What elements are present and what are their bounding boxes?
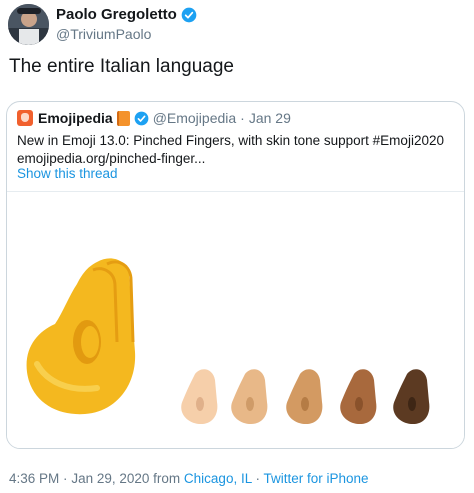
tweet-text: The entire Italian language bbox=[9, 56, 234, 77]
footer-separator-2: · bbox=[255, 471, 260, 486]
skin-tone-2-icon bbox=[231, 369, 268, 424]
quoted-date[interactable]: Jan 29 bbox=[249, 110, 291, 126]
tweet-time[interactable]: 4:36 PM bbox=[9, 471, 59, 486]
source-link[interactable]: Twitter for iPhone bbox=[264, 471, 369, 486]
author-name-row[interactable]: Paolo Gregoletto bbox=[56, 6, 197, 23]
skin-tone-3-icon bbox=[286, 369, 323, 424]
author-name[interactable]: Paolo Gregoletto bbox=[56, 6, 177, 23]
skin-tone-4-icon bbox=[340, 369, 377, 424]
skin-tone-1-icon bbox=[181, 369, 218, 424]
tweet-footer: 4:36 PM · Jan 29, 2020 from Chicago, IL … bbox=[9, 471, 369, 486]
author-handle[interactable]: @TriviumPaolo bbox=[56, 26, 151, 42]
pinched-fingers-emoji-image bbox=[26, 258, 430, 424]
emojipedia-logo-icon bbox=[17, 110, 33, 126]
pinched-fingers-large-icon bbox=[26, 258, 136, 415]
skin-tone-5-icon bbox=[393, 369, 430, 424]
quoted-media-image[interactable] bbox=[7, 191, 464, 448]
footer-separator-1: · bbox=[63, 471, 68, 486]
tweet-date[interactable]: Jan 29, 2020 bbox=[71, 471, 149, 486]
location-link[interactable]: Chicago, IL bbox=[184, 471, 252, 486]
quoted-separator: · bbox=[240, 110, 245, 126]
verified-badge-icon bbox=[181, 7, 197, 22]
orange-book-icon bbox=[116, 110, 130, 126]
show-thread-link[interactable]: Show this thread bbox=[17, 166, 118, 181]
quoted-tweet-text: New in Emoji 13.0: Pinched Fingers, with… bbox=[17, 132, 444, 168]
quoted-author-handle[interactable]: @Emojipedia bbox=[153, 110, 236, 126]
quoted-text-line-1: New in Emoji 13.0: Pinched Fingers, with… bbox=[17, 133, 444, 148]
quoted-tweet-header: Emojipedia @Emojipedia · Jan 29 bbox=[17, 110, 291, 126]
quoted-verified-badge-icon bbox=[134, 111, 149, 125]
quoted-tweet-card[interactable]: Emojipedia @Emojipedia · Jan 29 New in E… bbox=[6, 101, 465, 449]
footer-from: from bbox=[153, 471, 181, 486]
avatar[interactable] bbox=[8, 4, 49, 45]
quoted-author-name[interactable]: Emojipedia bbox=[38, 110, 113, 126]
avatar-image bbox=[8, 4, 49, 45]
